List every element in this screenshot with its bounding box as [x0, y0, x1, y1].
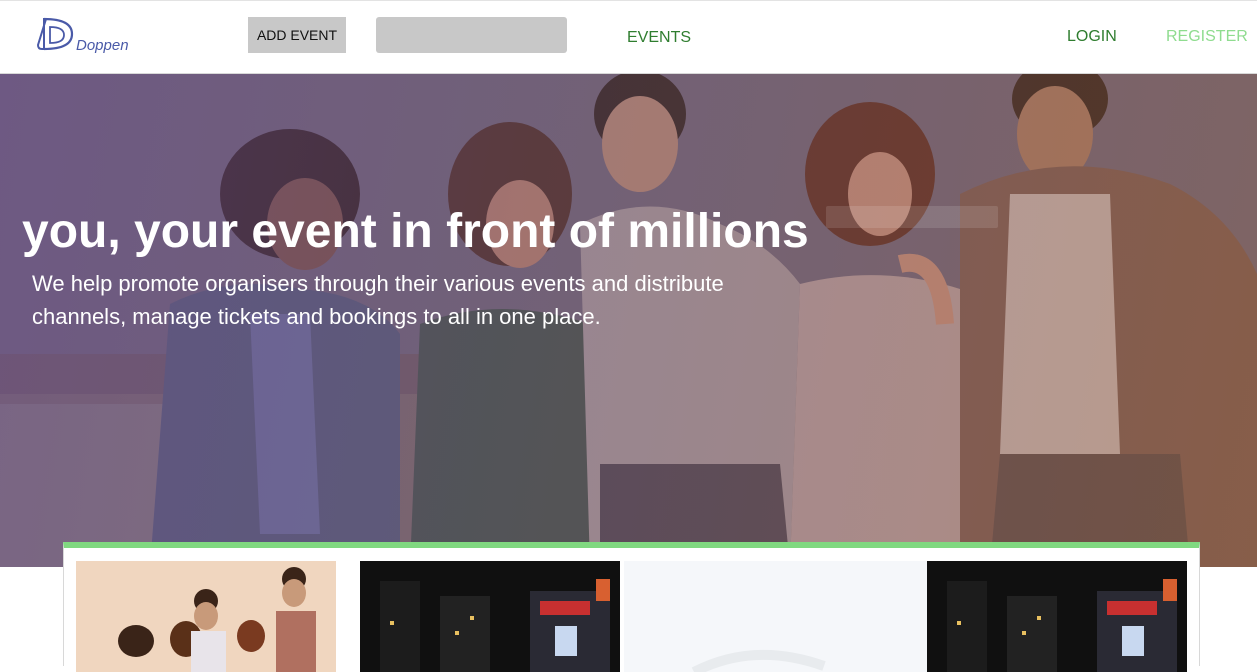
- nav-link-register[interactable]: REGISTER: [1166, 28, 1248, 46]
- nav-link-events[interactable]: EVENTS: [627, 29, 691, 47]
- event-card-strip: [63, 542, 1200, 672]
- event-card-city-night-2[interactable]: [927, 561, 1187, 672]
- logo-link[interactable]: Doppen: [36, 15, 146, 59]
- search-input[interactable]: [376, 17, 567, 53]
- friends-photo-image: [76, 561, 336, 672]
- city-night-image-2: [927, 561, 1187, 672]
- navbar: Doppen ADD EVENT EVENTS LOGIN REGISTER: [0, 0, 1257, 74]
- hero-banner: you, your event in front of millions We …: [0, 74, 1257, 567]
- placeholder-image: [624, 561, 928, 672]
- city-night-image: [360, 561, 620, 672]
- hero-subtitle: We help promote organisers through their…: [32, 271, 724, 329]
- logo-text: Doppen: [76, 37, 129, 54]
- event-card-friends[interactable]: [76, 561, 336, 672]
- ghost-search-field: [826, 206, 998, 228]
- nav-link-login[interactable]: LOGIN: [1067, 28, 1117, 46]
- logo-icon: [36, 17, 74, 51]
- event-card-placeholder[interactable]: [624, 561, 928, 672]
- event-card-city-night[interactable]: [360, 561, 620, 672]
- add-event-button[interactable]: ADD EVENT: [248, 17, 346, 53]
- hero-title: you, your event in front of millions: [22, 205, 809, 258]
